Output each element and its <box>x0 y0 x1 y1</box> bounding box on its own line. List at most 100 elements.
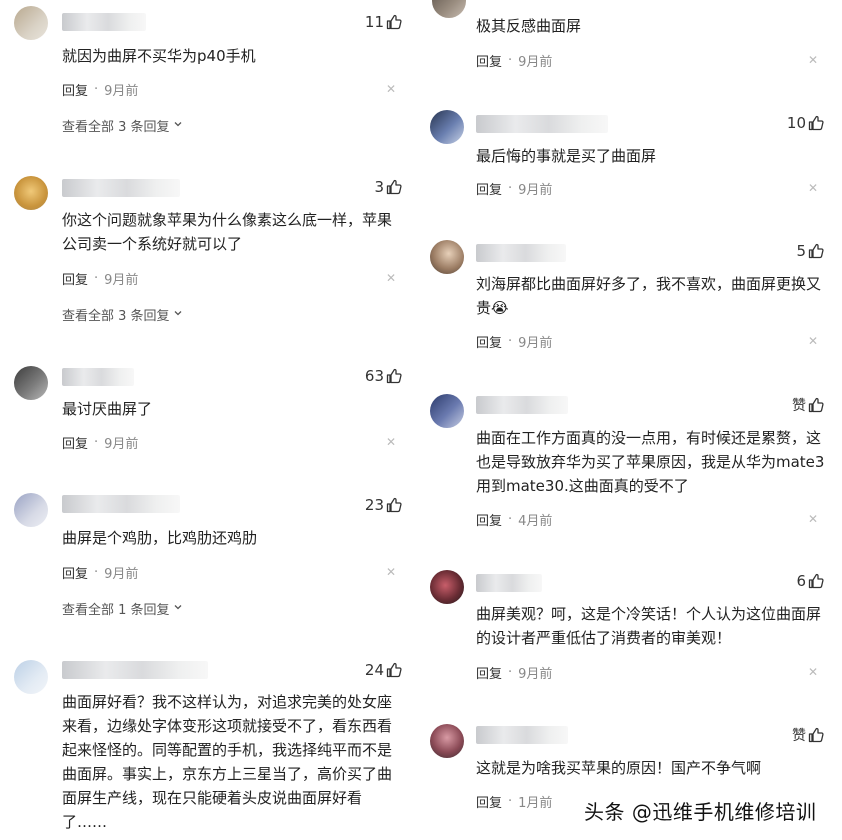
comment-text: 最讨厌曲屏了 <box>62 400 153 418</box>
like-count: 赞 <box>792 398 806 414</box>
close-icon[interactable]: ✕ <box>808 54 818 66</box>
reply-button[interactable]: 回复 <box>476 792 502 811</box>
comment-meta: 回复 · 4月前 <box>476 510 552 529</box>
timestamp: 9月前 <box>104 566 139 582</box>
username[interactable] <box>476 726 568 744</box>
reply-button[interactable]: 回复 <box>62 563 88 582</box>
username[interactable] <box>476 115 608 133</box>
separator-dot: · <box>508 52 513 68</box>
avatar[interactable] <box>430 240 464 274</box>
comment-meta: 回复 · 9月前 <box>476 51 553 70</box>
username[interactable] <box>476 574 542 592</box>
timestamp: 9月前 <box>518 182 553 198</box>
left-column: 11 就因为曲屏不买华为p40手机 回复 · 9月前 ✕ 查看全部 3 条回复 3 … <box>0 0 420 840</box>
comment: 6 曲屏美观？呵，这是个冷笑话！个人认为这位曲面屏的设计者严重低估了消费者的审美… <box>420 558 842 688</box>
reply-button[interactable]: 回复 <box>476 51 502 70</box>
close-icon[interactable]: ✕ <box>808 335 818 347</box>
thumbs-up-icon <box>808 573 824 589</box>
reply-button[interactable]: 回复 <box>476 510 502 529</box>
avatar[interactable] <box>430 110 464 144</box>
comment-meta: 回复 · 9月前 <box>476 663 552 682</box>
close-icon[interactable]: ✕ <box>808 182 818 194</box>
timestamp: 9月前 <box>104 436 139 452</box>
thumbs-up-icon <box>386 497 402 513</box>
comment-meta: 回复 · 9月前 <box>62 80 139 99</box>
like-button[interactable]: 3 <box>374 177 402 197</box>
thumbs-up-icon <box>386 368 402 384</box>
comment-text: 极其反感曲面屏 <box>476 17 582 35</box>
avatar[interactable] <box>430 724 464 758</box>
view-all-replies-link[interactable]: 查看全部 1 条回复 <box>62 599 183 618</box>
timestamp: 9月前 <box>104 272 139 288</box>
separator-dot: · <box>508 793 513 809</box>
avatar[interactable] <box>14 6 48 40</box>
comment-meta: 回复 · 1月前 <box>476 792 553 811</box>
like-button[interactable]: 6 <box>796 571 824 591</box>
username[interactable] <box>62 13 146 31</box>
like-button[interactable]: 赞 <box>792 395 824 415</box>
avatar[interactable] <box>430 394 464 428</box>
separator-dot: · <box>94 81 99 97</box>
close-icon[interactable]: ✕ <box>386 272 396 284</box>
avatar[interactable] <box>14 366 48 400</box>
timestamp: 9月前 <box>518 54 553 70</box>
like-button[interactable]: 23 <box>365 495 402 515</box>
username[interactable] <box>62 368 134 386</box>
timestamp: 9月前 <box>518 335 553 351</box>
close-icon[interactable]: ✕ <box>808 666 818 678</box>
avatar[interactable] <box>432 0 466 18</box>
username[interactable] <box>476 396 568 414</box>
reply-button[interactable]: 回复 <box>476 663 502 682</box>
chevron-down-icon <box>173 118 183 133</box>
thumbs-up-icon <box>808 115 824 131</box>
reply-button[interactable]: 回复 <box>62 269 88 288</box>
comment-text: 曲屏美观？呵，这是个冷笑话！个人认为这位曲面屏的设计者严重低估了消费者的审美观！ <box>476 605 822 647</box>
avatar[interactable] <box>14 493 48 527</box>
username[interactable] <box>476 244 566 262</box>
comment: 63 最讨厌曲屏了 回复 · 9月前 ✕ <box>0 352 420 462</box>
like-button[interactable]: 5 <box>796 241 824 261</box>
like-button[interactable]: 63 <box>365 366 402 386</box>
comment-text: 曲面在工作方面真的没一点用，有时候还是累赘，这也是导致放弃华为买了苹果原因，我是… <box>476 429 825 495</box>
close-icon[interactable]: ✕ <box>386 83 396 95</box>
like-count: 24 <box>364 661 384 679</box>
view-all-replies-link[interactable]: 查看全部 3 条回复 <box>62 305 183 324</box>
like-count: 3 <box>374 178 384 196</box>
avatar[interactable] <box>14 660 48 694</box>
separator-dot: · <box>94 270 99 286</box>
comment: 24 曲面屏好看？我不这样认为，对追求完美的处女座来看，边缘处字体变形这项就接受… <box>0 654 420 840</box>
close-icon[interactable]: ✕ <box>808 513 818 525</box>
comment: 赞 曲面在工作方面真的没一点用，有时候还是累赘，这也是导致放弃华为买了苹果原因，… <box>420 382 842 532</box>
comment-meta: 回复 · 9月前 <box>62 563 139 582</box>
like-button[interactable]: 11 <box>365 12 402 32</box>
reply-button[interactable]: 回复 <box>476 179 502 198</box>
like-count: 赞 <box>792 728 806 744</box>
reply-button[interactable]: 回复 <box>62 433 88 452</box>
comment: 10 最后悔的事就是买了曲面屏 回复 · 9月前 ✕ <box>420 100 842 210</box>
separator-dot: · <box>508 664 513 680</box>
avatar[interactable] <box>14 176 48 210</box>
chevron-down-icon <box>173 307 183 322</box>
close-icon[interactable]: ✕ <box>386 436 396 448</box>
like-button[interactable]: 10 <box>787 113 824 133</box>
comment: 5 刘海屏都比曲面屏好多了，我不喜欢，曲面屏更换又贵😭 回复 · 9月前 ✕ <box>420 228 842 363</box>
separator-dot: · <box>508 180 513 196</box>
like-count: 6 <box>796 572 806 590</box>
chevron-down-icon <box>173 601 183 616</box>
view-all-replies-link[interactable]: 查看全部 3 条回复 <box>62 116 183 135</box>
avatar[interactable] <box>430 570 464 604</box>
like-button[interactable]: 赞 <box>792 725 824 745</box>
separator-dot: · <box>94 564 99 580</box>
username[interactable] <box>62 179 180 197</box>
reply-button[interactable]: 回复 <box>476 332 502 351</box>
close-icon[interactable]: ✕ <box>386 566 396 578</box>
like-button[interactable]: 24 <box>365 660 402 680</box>
username[interactable] <box>62 661 208 679</box>
timestamp: 9月前 <box>104 83 139 99</box>
thumbs-up-icon <box>808 397 824 413</box>
comment-meta: 回复 · 9月前 <box>62 433 139 452</box>
separator-dot: · <box>508 511 513 527</box>
timestamp: 1月前 <box>518 795 553 811</box>
username[interactable] <box>62 495 180 513</box>
reply-button[interactable]: 回复 <box>62 80 88 99</box>
